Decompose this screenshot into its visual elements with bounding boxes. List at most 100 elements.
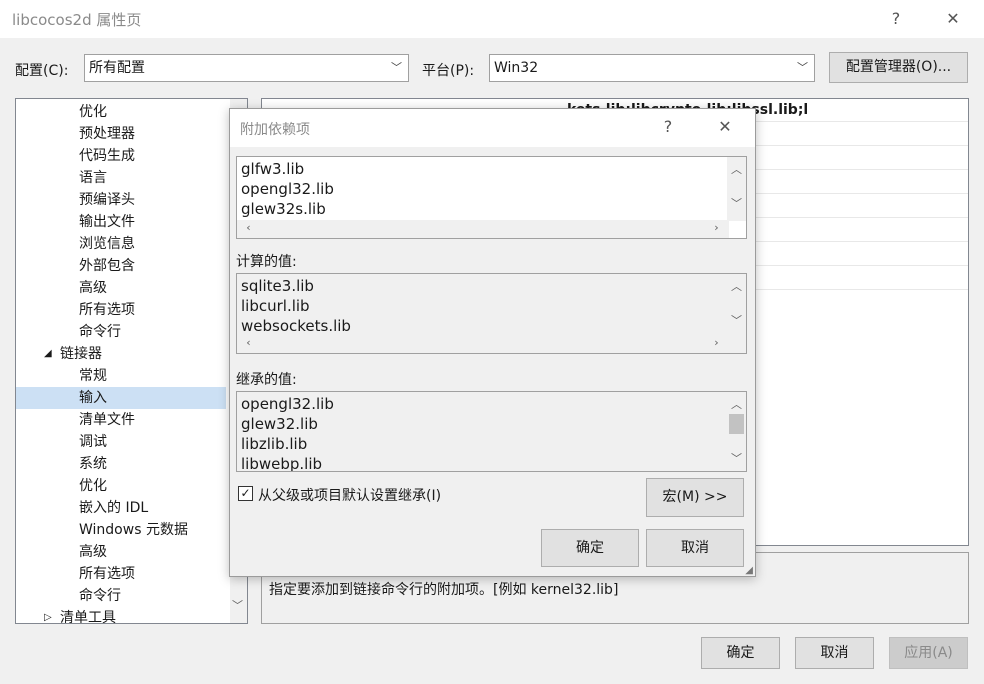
tree-item[interactable]: 输出文件	[16, 211, 226, 233]
ok-button[interactable]: 确定	[701, 637, 780, 669]
window-title-bar: libcocos2d 属性页 ? ✕	[0, 0, 984, 38]
dialog-title: 附加依赖项	[240, 122, 310, 138]
tree-item-label: 预编译头	[79, 192, 135, 208]
close-icon[interactable]: ✕	[711, 114, 739, 140]
tree-item[interactable]: 预处理器	[16, 123, 226, 145]
config-manager-button[interactable]: 配置管理器(O)...	[829, 52, 968, 83]
config-value: 所有配置	[89, 60, 145, 76]
additional-dependencies-dialog: 附加依赖项 ? ✕ glfw3.lib opengl32.lib glew32s.l…	[229, 108, 756, 577]
scroll-down-icon[interactable]: ﹀	[228, 597, 247, 613]
tree-item-label: 命令行	[79, 324, 121, 340]
scroll-down-icon[interactable]: ﹀	[727, 195, 746, 211]
config-combo[interactable]: 所有配置 ﹀	[84, 54, 409, 82]
scroll-down-icon[interactable]: ﹀	[727, 450, 746, 466]
scroll-up-icon[interactable]: ︿	[727, 278, 746, 294]
tree-item[interactable]: 语言	[16, 167, 226, 189]
tree-item[interactable]: 所有选项	[16, 563, 226, 585]
tree-item-label: 命令行	[79, 588, 121, 604]
computed-label: 计算的值:	[236, 254, 297, 270]
dialog-cancel-button[interactable]: 取消	[646, 529, 744, 567]
scroll-left-icon[interactable]: ‹	[239, 336, 258, 349]
config-label: 配置(C):	[15, 63, 69, 79]
macros-button[interactable]: 宏(M) >>	[646, 478, 744, 517]
tree-item-label: 外部包含	[79, 258, 135, 274]
tree-item[interactable]: 调试	[16, 431, 226, 453]
list-item: glew32.lib	[241, 415, 318, 433]
list-item: glfw3.lib	[241, 160, 305, 178]
tree-item-label: 清单工具	[60, 610, 116, 624]
tree-item-label: 预处理器	[79, 126, 135, 142]
platform-value: Win32	[494, 60, 539, 76]
scroll-up-icon[interactable]: ︿	[727, 161, 746, 177]
platform-combo[interactable]: Win32 ﹀	[489, 54, 815, 82]
computed-vscrollbar[interactable]: ︿ ﹀	[727, 274, 746, 336]
description-text: 指定要添加到链接命令行的附加项。[例如 kernel32.lib]	[269, 582, 619, 598]
tree-item[interactable]: 命令行	[16, 585, 226, 607]
tree-item[interactable]: ▷ 清单工具	[16, 607, 226, 624]
tree-item[interactable]: 高级	[16, 277, 226, 299]
list-item: websockets.lib	[241, 317, 351, 335]
tree-item[interactable]: 清单文件	[16, 409, 226, 431]
dialog-ok-button[interactable]: 确定	[541, 529, 639, 567]
edit-vscrollbar[interactable]: ︿ ﹀	[727, 157, 746, 221]
tree-item[interactable]: 外部包含	[16, 255, 226, 277]
tree-item[interactable]: 优化	[16, 101, 226, 123]
list-item: opengl32.lib	[241, 395, 334, 413]
computed-hscrollbar[interactable]: ‹ ›	[237, 335, 729, 353]
tree-item-label: 输入	[79, 390, 107, 406]
scroll-left-icon[interactable]: ‹	[239, 221, 258, 234]
inherited-vscrollbar[interactable]: ︿ ﹀	[727, 392, 746, 471]
list-item: libcurl.lib	[241, 297, 310, 315]
cancel-button[interactable]: 取消	[795, 637, 874, 669]
scroll-down-icon[interactable]: ﹀	[727, 312, 746, 328]
tree-item-label: 清单文件	[79, 412, 135, 428]
tree-item-label: 优化	[79, 478, 107, 494]
tree-item[interactable]: ◢ 链接器	[16, 343, 226, 365]
tree-item-label: 嵌入的 IDL	[79, 500, 149, 516]
tree-item[interactable]: 预编译头	[16, 189, 226, 211]
chevron-down-icon: ﹀	[391, 61, 402, 74]
help-icon[interactable]: ?	[654, 114, 682, 140]
help-icon[interactable]: ?	[882, 6, 910, 32]
tree-item[interactable]: 常规	[16, 365, 226, 387]
tree-item[interactable]: 输入	[16, 387, 226, 409]
property-tree[interactable]: 优化 预处理器 代码生成 语言 预编译头 输出文件 浏览信息 外部包含 高级 所有选项 命令行 ◢ 链接…	[15, 98, 248, 624]
apply-button[interactable]: 应用(A)	[889, 637, 968, 669]
expanded-arrow-icon[interactable]: ◢	[44, 343, 52, 365]
collapsed-arrow-icon[interactable]: ▷	[44, 607, 52, 623]
tree-item[interactable]: 高级	[16, 541, 226, 563]
list-item: libwebp.lib	[241, 455, 323, 472]
inherit-checkbox-label[interactable]: 从父级或项目默认设置继承(I)	[258, 485, 441, 505]
tree-item-label: 高级	[79, 544, 107, 560]
tree-item[interactable]: 优化	[16, 475, 226, 497]
tree-item[interactable]: 所有选项	[16, 299, 226, 321]
inherited-scroll-thumb[interactable]	[729, 414, 744, 434]
scroll-right-icon[interactable]: ›	[707, 336, 726, 349]
inherited-values-box[interactable]: opengl32.lib glew32.lib libzlib.lib libwebp…	[236, 391, 747, 472]
tree-item-label: 语言	[79, 170, 107, 186]
tree-item-label: 调试	[79, 434, 107, 450]
computed-values-box[interactable]: sqlite3.lib libcurl.lib websockets.lib ︿ ﹀…	[236, 273, 747, 354]
tree-item-label: 输出文件	[79, 214, 135, 230]
resize-grip-icon[interactable]: ◢	[745, 565, 753, 576]
list-item: sqlite3.lib	[241, 277, 314, 295]
edit-hscrollbar[interactable]: ‹ ›	[237, 220, 729, 238]
tree-item[interactable]: Windows 元数据	[16, 519, 226, 541]
tree-item[interactable]: 代码生成	[16, 145, 226, 167]
chevron-down-icon: ﹀	[797, 61, 808, 74]
tree-item[interactable]: 命令行	[16, 321, 226, 343]
tree-item-label: Windows 元数据	[79, 522, 188, 538]
scroll-up-icon[interactable]: ︿	[727, 396, 746, 412]
close-icon[interactable]: ✕	[939, 6, 967, 32]
tree-item[interactable]: 系统	[16, 453, 226, 475]
dependencies-edit-box[interactable]: glfw3.lib opengl32.lib glew32s.lib ︿ ﹀ ‹ ›	[236, 156, 747, 239]
platform-label: 平台(P):	[422, 63, 475, 79]
tree-item[interactable]: 浏览信息	[16, 233, 226, 255]
tree-item-label: 系统	[79, 456, 107, 472]
window-title: libcocos2d 属性页	[12, 11, 142, 29]
inherited-label: 继承的值:	[236, 372, 297, 388]
scroll-right-icon[interactable]: ›	[707, 221, 726, 234]
inherit-checkbox[interactable]: ✓	[238, 486, 253, 501]
checkmark-icon: ✓	[240, 486, 251, 500]
tree-item[interactable]: 嵌入的 IDL	[16, 497, 226, 519]
